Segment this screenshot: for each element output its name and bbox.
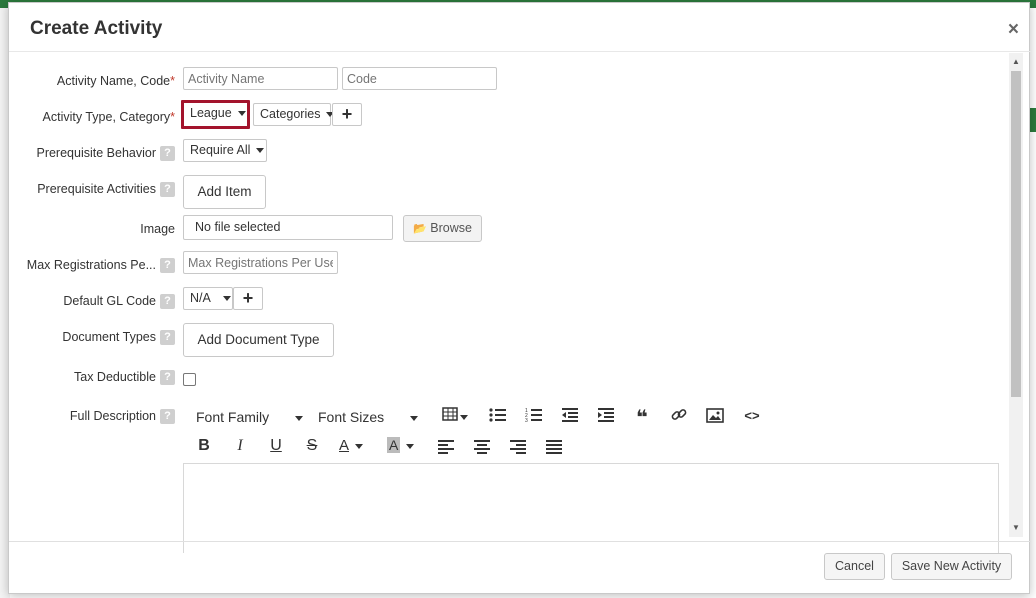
svg-text:3: 3: [525, 418, 528, 423]
full-description-label: Full Description: [69, 409, 156, 423]
prerequisite-behavior-value: Require All: [190, 143, 251, 157]
max-registrations-label: Max Registrations Pe...: [26, 258, 156, 272]
modal-title: Create Activity: [30, 18, 163, 39]
category-value: Categories: [260, 107, 321, 121]
help-icon[interactable]: ?: [160, 294, 175, 309]
tax-deductible-label: Tax Deductible: [74, 370, 156, 384]
prerequisite-behavior-label: Prerequisite Behavior: [36, 146, 156, 160]
prerequisite-activities-label: Prerequisite Activities: [37, 182, 156, 196]
bold-icon[interactable]: B: [194, 437, 214, 455]
activity-code-input[interactable]: [342, 67, 497, 90]
font-sizes-dropdown[interactable]: Font Sizes: [318, 409, 419, 425]
outdent-icon[interactable]: [560, 407, 580, 427]
add-gl-code-button[interactable]: +: [233, 287, 263, 310]
numbered-list-icon[interactable]: 123: [524, 407, 544, 427]
modal-scrollbar[interactable]: ▲ ▼: [1009, 53, 1023, 537]
help-icon[interactable]: ?: [160, 370, 175, 385]
justify-icon[interactable]: [544, 439, 564, 459]
activity-type-value: League: [190, 106, 232, 120]
chevron-down-icon: [410, 415, 419, 421]
browse-button-label: Browse: [430, 221, 472, 235]
align-right-icon[interactable]: [508, 439, 528, 459]
category-select[interactable]: Categories: [253, 103, 335, 126]
plus-icon: +: [242, 288, 254, 308]
help-icon[interactable]: ?: [160, 182, 175, 197]
link-icon[interactable]: [669, 407, 689, 427]
scroll-thumb[interactable]: [1011, 71, 1021, 397]
tax-deductible-checkbox[interactable]: [183, 373, 196, 386]
activity-type-select[interactable]: League: [184, 103, 247, 126]
chevron-down-icon: [295, 415, 304, 421]
help-icon[interactable]: ?: [160, 146, 175, 161]
add-item-button[interactable]: Add Item: [183, 175, 266, 209]
table-icon[interactable]: [439, 407, 471, 425]
cancel-button[interactable]: Cancel: [824, 553, 885, 580]
activity-name-input[interactable]: [183, 67, 338, 90]
align-center-icon[interactable]: [472, 439, 492, 459]
help-icon[interactable]: ?: [160, 330, 175, 345]
document-types-label: Document Types: [62, 330, 156, 344]
blockquote-icon[interactable]: ❝: [632, 405, 652, 430]
activity-type-category-label: Activity Type, Category*: [29, 110, 175, 124]
scroll-up-arrow-icon[interactable]: ▲: [1009, 55, 1023, 69]
font-sizes-label: Font Sizes: [318, 409, 385, 425]
max-registrations-input[interactable]: [183, 251, 338, 274]
save-new-activity-button[interactable]: Save New Activity: [891, 553, 1012, 580]
add-category-button[interactable]: +: [332, 103, 362, 126]
help-icon[interactable]: ?: [160, 409, 175, 424]
indent-icon[interactable]: [596, 407, 616, 427]
add-document-type-button[interactable]: Add Document Type: [183, 323, 334, 357]
strikethrough-icon[interactable]: S: [302, 437, 322, 455]
italic-icon[interactable]: I: [230, 437, 250, 455]
background-color-glyph: A: [387, 437, 401, 453]
image-label: Image: [140, 222, 175, 236]
required-mark: *: [170, 74, 175, 88]
underline-icon[interactable]: U: [266, 437, 286, 455]
default-gl-code-value: N/A: [190, 291, 211, 305]
code-icon[interactable]: <>: [742, 408, 762, 423]
required-mark: *: [170, 110, 175, 124]
text-color-glyph: A: [339, 437, 350, 454]
activity-name-code-label: Activity Name, Code*: [29, 74, 175, 88]
scroll-down-arrow-icon[interactable]: ▼: [1009, 521, 1023, 535]
align-left-icon[interactable]: [436, 439, 456, 459]
activity-name-code-label-text: Activity Name, Code: [56, 74, 171, 88]
folder-open-icon: 📂: [413, 223, 427, 235]
text-color-icon[interactable]: A: [339, 437, 373, 454]
browse-button[interactable]: 📂 Browse: [403, 215, 482, 242]
create-activity-modal: Create Activity × ▲ ▼ Activity Name, Cod…: [8, 2, 1031, 594]
font-family-label: Font Family: [196, 409, 270, 425]
image-file-field[interactable]: No file selected: [183, 215, 393, 240]
font-family-dropdown[interactable]: Font Family: [196, 409, 304, 425]
activity-type-category-label-text: Activity Type, Category: [42, 110, 171, 124]
bullet-list-icon[interactable]: [488, 407, 508, 427]
default-gl-code-select[interactable]: N/A: [183, 287, 233, 310]
chevron-down-icon: [222, 296, 231, 302]
prerequisite-behavior-select[interactable]: Require All: [183, 139, 267, 162]
description-editor[interactable]: [183, 463, 999, 553]
chevron-down-icon: [256, 148, 265, 154]
plus-icon: +: [341, 104, 353, 124]
help-icon[interactable]: ?: [160, 258, 175, 273]
image-icon[interactable]: [705, 407, 725, 427]
chevron-down-icon: [237, 111, 246, 117]
default-gl-code-label: Default GL Code: [63, 294, 156, 308]
background-color-icon[interactable]: A: [387, 437, 421, 454]
close-icon[interactable]: ×: [1008, 19, 1019, 41]
